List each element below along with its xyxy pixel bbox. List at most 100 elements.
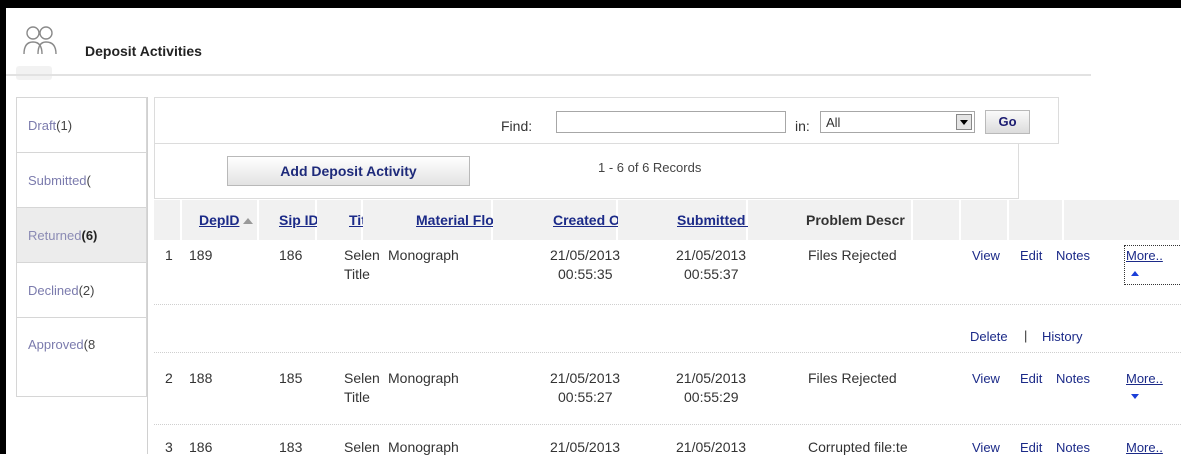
records-count: 1 - 6 of 6 Records: [598, 160, 702, 175]
problem-description: Files Rejected: [808, 370, 897, 386]
tab-count: (8: [83, 337, 96, 352]
more-link[interactable]: More..: [1126, 371, 1163, 386]
tab-count: (6): [81, 228, 98, 243]
edit-link[interactable]: Edit: [1020, 371, 1042, 386]
submitted-date: 21/05/2013: [676, 439, 747, 455]
column-header-depid-link[interactable]: DepID: [199, 212, 239, 228]
submitted-time: 00:55:29: [684, 389, 739, 405]
column-header-created-on[interactable]: Created On: [493, 200, 628, 240]
title: Selen: [344, 247, 380, 263]
column-header-view: [913, 200, 961, 240]
collapse-arrow-icon[interactable]: [1131, 271, 1139, 276]
history-link[interactable]: History: [1042, 329, 1082, 344]
row-divider: [154, 352, 1181, 354]
users-icon: [23, 26, 57, 55]
tab-count: (1): [56, 118, 73, 133]
column-header-edit: [961, 200, 1009, 240]
problem-description: Corrupted file:te: [808, 439, 908, 455]
in-select-value: All: [826, 115, 841, 130]
title: Selen: [344, 370, 380, 386]
dep-id: 186: [189, 439, 213, 455]
more-link[interactable]: More..: [1126, 248, 1163, 263]
action-separator: |: [1024, 328, 1028, 343]
in-select[interactable]: All: [820, 111, 975, 133]
edit-link[interactable]: Edit: [1020, 248, 1042, 263]
title: Selen: [344, 439, 380, 455]
created-date: 21/05/2013: [550, 370, 621, 386]
dep-id: 188: [189, 370, 213, 386]
dep-id: 189: [189, 247, 213, 263]
find-label: Find:: [501, 118, 533, 134]
deposit-table: DepID Sip ID Title Material Flow Created…: [154, 200, 1181, 455]
column-header-depid[interactable]: DepID: [182, 200, 259, 240]
status-tabs: Draft(1) Submitted( Returned(6) Declined…: [16, 97, 148, 454]
column-header-title[interactable]: Title: [317, 200, 378, 240]
expand-arrow-icon[interactable]: [1131, 394, 1139, 399]
tab-label: Declined: [28, 283, 79, 298]
toolbar: Add Deposit Activity 1 - 6 of 6 Records: [154, 144, 1019, 199]
row-divider: [154, 424, 1181, 426]
column-header-sipid[interactable]: Sip ID: [259, 200, 319, 240]
column-header-problem-description: Problem Descr: [748, 200, 913, 240]
column-header-index: [154, 200, 182, 240]
more-link[interactable]: More..: [1126, 440, 1163, 455]
submitted-date: 21/05/2013: [676, 247, 747, 263]
title-line2: Title: [344, 389, 370, 405]
in-label: in:: [795, 118, 810, 134]
row-divider: [154, 304, 1181, 306]
main-content: Find: in: All Go Add Deposit Activity 1 …: [150, 97, 1181, 455]
icon-shadow: [16, 66, 52, 80]
tab-draft[interactable]: Draft(1): [16, 97, 147, 152]
find-input[interactable]: [556, 111, 786, 133]
column-header-material-flow-link[interactable]: Material Flow: [416, 212, 505, 228]
add-deposit-activity-button[interactable]: Add Deposit Activity: [227, 156, 470, 186]
column-header-submitted-on[interactable]: Submitted On: [618, 200, 769, 240]
go-button[interactable]: Go: [985, 110, 1030, 134]
page-title: Deposit Activities: [85, 43, 202, 59]
row-number: 3: [165, 439, 173, 455]
created-date: 21/05/2013: [550, 247, 621, 263]
sip-id: 186: [279, 247, 303, 263]
row-number: 2: [165, 370, 173, 386]
page-header: Deposit Activities: [6, 8, 1091, 80]
title-line2: Title: [344, 266, 370, 282]
tab-count: (2): [78, 283, 95, 298]
created-date: 21/05/2013: [550, 439, 621, 455]
notes-link[interactable]: Notes: [1056, 371, 1090, 386]
view-link[interactable]: View: [972, 248, 1000, 263]
column-header-sipid-link[interactable]: Sip ID: [279, 212, 319, 228]
view-link[interactable]: View: [972, 440, 1000, 455]
created-time: 00:55:35: [558, 266, 613, 282]
material-flow: Monograph: [388, 247, 459, 263]
tab-count: (: [86, 173, 91, 188]
tab-label: Returned: [28, 228, 82, 243]
tab-declined[interactable]: Declined(2): [16, 262, 147, 317]
submitted-time: 00:55:37: [684, 266, 739, 282]
view-link[interactable]: View: [972, 371, 1000, 386]
delete-link[interactable]: Delete: [970, 329, 1008, 344]
row-number: 1: [165, 247, 173, 263]
tab-approved[interactable]: Approved(8: [16, 317, 147, 397]
column-header-material-flow[interactable]: Material Flow: [363, 200, 505, 240]
find-bar: Find: in: All Go: [154, 97, 1059, 144]
tab-label: Draft: [28, 118, 57, 133]
tab-submitted[interactable]: Submitted(: [16, 152, 147, 207]
material-flow: Monograph: [388, 439, 459, 455]
header-divider: [6, 74, 1091, 76]
tab-label: Approved: [28, 337, 84, 352]
material-flow: Monograph: [388, 370, 459, 386]
window-frame-top: [0, 0, 1181, 8]
notes-link[interactable]: Notes: [1056, 440, 1090, 455]
notes-link[interactable]: Notes: [1056, 248, 1090, 263]
sort-asc-icon: [243, 218, 254, 225]
column-header-more: [1064, 200, 1181, 240]
created-time: 00:55:27: [558, 389, 613, 405]
chevron-down-icon[interactable]: [956, 114, 972, 130]
problem-description: Files Rejected: [808, 247, 897, 263]
submitted-date: 21/05/2013: [676, 370, 747, 386]
tab-returned[interactable]: Returned(6): [16, 207, 147, 262]
edit-link[interactable]: Edit: [1020, 440, 1042, 455]
sip-id: 185: [279, 370, 303, 386]
column-header-notes: [1009, 200, 1064, 240]
tab-label: Submitted: [28, 173, 87, 188]
